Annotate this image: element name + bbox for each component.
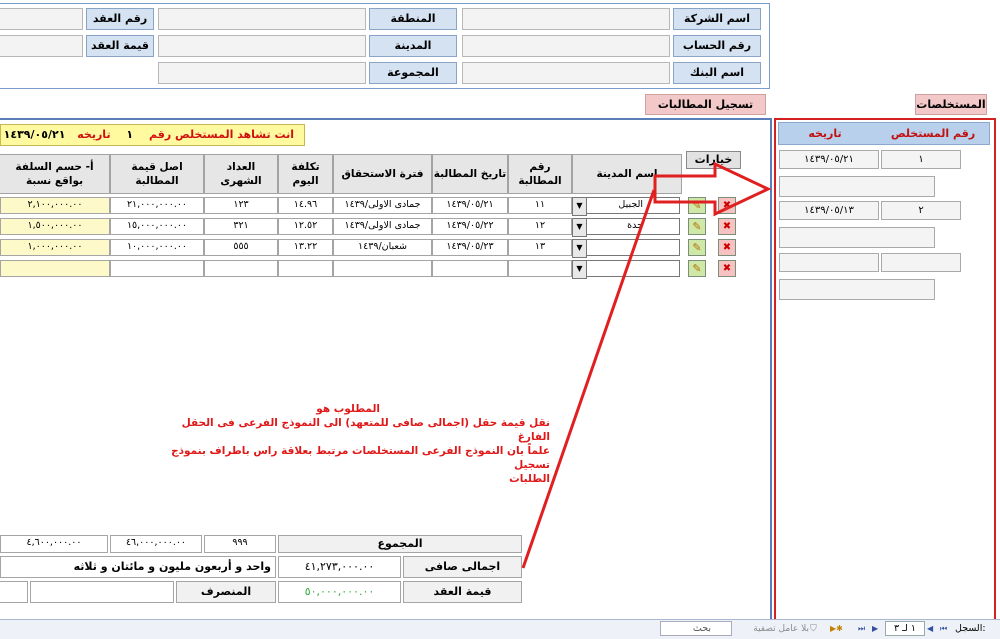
- pointer-line: [521, 189, 656, 569]
- filter-icon: ⛉: [810, 624, 817, 634]
- next-record-icon[interactable]: ▶: [872, 622, 884, 636]
- record-label: السجل:: [955, 623, 986, 634]
- no-filter-label[interactable]: بلا عامل تصفية: [735, 622, 809, 636]
- first-record-icon[interactable]: ⏮: [940, 622, 952, 636]
- block-arrow-shape: [653, 161, 772, 217]
- annotation-arrows: [521, 161, 772, 569]
- record-position-input[interactable]: ١ لـ ٣: [885, 621, 925, 636]
- prev-record-icon[interactable]: ◀: [927, 622, 939, 636]
- search-input[interactable]: بحث: [660, 621, 732, 636]
- new-record-icon[interactable]: ▶✱: [830, 622, 854, 636]
- last-record-icon[interactable]: ⏭: [858, 622, 870, 636]
